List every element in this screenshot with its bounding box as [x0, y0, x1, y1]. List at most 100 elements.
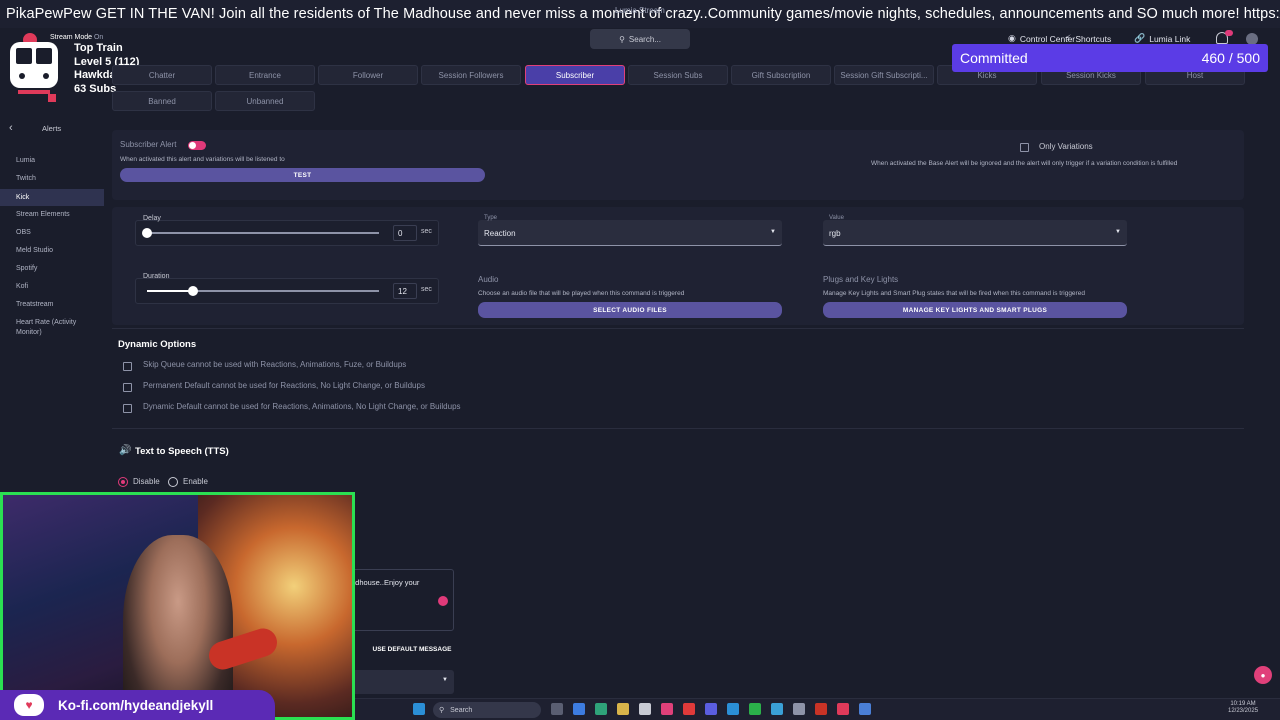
shortcuts-label: Shortcuts — [1075, 33, 1112, 44]
tab-label: Chatter — [148, 70, 176, 80]
sidebar-item-spotify[interactable]: Spotify — [0, 264, 104, 274]
sidebar-item-kofi[interactable]: Kofi — [0, 282, 104, 292]
use-default-message-button[interactable]: USE DEFAULT MESSAGE — [370, 642, 454, 656]
duration-input[interactable]: 12 — [393, 283, 417, 299]
duration-slider-thumb[interactable] — [188, 286, 198, 296]
taskbar-app-icon[interactable] — [837, 703, 849, 715]
audio-label: Audio — [478, 275, 499, 284]
taskbar-app-icon[interactable] — [727, 703, 739, 715]
sidebar-item-lumia[interactable]: Lumia — [0, 156, 104, 166]
stream-mode-state: On — [93, 34, 104, 41]
tab-label: Gift Subscription — [751, 70, 811, 80]
sidebar-item-kick[interactable]: Kick — [0, 189, 104, 206]
permanent-default-checkbox[interactable] — [123, 383, 132, 392]
only-variations-description: When activated the Base Alert will be ig… — [871, 160, 1178, 167]
sidebar-item-stream-elements[interactable]: Stream Elements — [0, 210, 104, 220]
tab-session-subs[interactable]: Session Subs — [628, 65, 728, 85]
search-icon: ⚲ — [619, 34, 625, 44]
tab-entrance[interactable]: Entrance — [215, 65, 315, 85]
duration-label: Duration — [143, 273, 170, 280]
manage-key-lights-button[interactable]: MANAGE KEY LIGHTS AND SMART PLUGS — [823, 302, 1127, 318]
tab-label: Subscriber — [555, 70, 595, 80]
task-view-icon[interactable] — [551, 703, 563, 715]
tab-session-gift-subscriptions[interactable]: Session Gift Subscripti... — [834, 65, 934, 85]
alert-message-field[interactable]: adhouse..Enjoy your — [346, 569, 454, 631]
tab-label: Banned — [148, 96, 176, 106]
tab-session-followers[interactable]: Session Followers — [421, 65, 521, 85]
tab-chatter[interactable]: Chatter — [112, 65, 212, 85]
skip-queue-checkbox[interactable] — [123, 362, 132, 371]
taskbar-app-icon[interactable] — [815, 703, 827, 715]
lumia-link-label: Lumia Link — [1149, 33, 1191, 44]
goal-value: 460 / 500 — [1201, 50, 1260, 66]
chat-bubble-icon[interactable]: ● — [1254, 666, 1272, 684]
divider — [112, 428, 1244, 429]
voice-select[interactable]: ▼ — [346, 670, 454, 694]
sub-goal-progress: Committed 460 / 500 — [952, 44, 1268, 72]
taskbar-app-icon[interactable] — [595, 703, 607, 715]
start-icon[interactable] — [413, 703, 425, 715]
lightning-icon: ⚡ — [1065, 33, 1072, 43]
taskbar-app-icon[interactable] — [793, 703, 805, 715]
only-variations-checkbox[interactable] — [1020, 143, 1029, 152]
type-caption: Type — [484, 215, 498, 221]
train-logo — [10, 33, 58, 102]
delay-input[interactable]: 0 — [393, 225, 417, 241]
search-placeholder: Search... — [628, 34, 661, 44]
alert-title: Subscriber Alert — [120, 140, 177, 149]
sidebar-item-treatstream[interactable]: Treatstream — [0, 300, 104, 310]
tts-disable-label: Disable — [133, 477, 160, 486]
sidebar-item-label-line2: Monitor) — [16, 328, 42, 336]
sidebar-item-heart-rate[interactable]: Heart Rate (Activity Monitor) — [0, 318, 104, 337]
dynamic-default-checkbox[interactable] — [123, 404, 132, 413]
tab-banned[interactable]: Banned — [112, 91, 212, 111]
tab-label: Session Followers — [438, 70, 504, 80]
taskbar-clock[interactable]: 10:19 AM 12/23/2025 — [1228, 701, 1258, 715]
delay-slider-track[interactable] — [147, 232, 379, 234]
tts-enable-radio[interactable] — [168, 477, 178, 487]
tts-title: Text to Speech (TTS) — [135, 446, 229, 457]
lumia-link-button[interactable]: 🔗 Lumia Link — [1134, 33, 1190, 44]
notification-badge — [1225, 30, 1233, 36]
taskbar-app-icon[interactable] — [749, 703, 761, 715]
value-select[interactable]: Value rgb ▼ — [823, 215, 1127, 246]
tab-label: Follower — [352, 70, 384, 80]
alert-message-text: adhouse..Enjoy your — [351, 578, 420, 587]
plugs-label: Plugs and Key Lights — [823, 275, 899, 284]
sidebar-header: Alerts — [42, 123, 62, 133]
tab-unbanned[interactable]: Unbanned — [215, 91, 315, 111]
taskbar-app-icon[interactable] — [573, 703, 585, 715]
sidebar-item-meld-studio[interactable]: Meld Studio — [0, 246, 104, 256]
taskbar-app-icon[interactable] — [771, 703, 783, 715]
type-select[interactable]: Type Reaction ▼ — [478, 215, 782, 246]
tts-disable-radio[interactable] — [118, 477, 128, 487]
folder-icon[interactable] — [617, 703, 629, 715]
search-icon: ⚲ — [439, 707, 445, 714]
tts-enable-label: Enable — [183, 477, 208, 486]
search-input[interactable]: ⚲ Search... — [590, 29, 690, 49]
tab-gift-subscription[interactable]: Gift Subscription — [731, 65, 831, 85]
back-to-alerts[interactable]: ‹ Alerts — [0, 118, 104, 138]
shortcuts-button[interactable]: ⚡ Shortcuts — [1065, 33, 1111, 44]
tab-follower[interactable]: Follower — [318, 65, 418, 85]
variable-icon[interactable] — [438, 596, 448, 606]
skip-queue-label: Skip Queue cannot be used with Reactions… — [143, 360, 407, 369]
control-center-icon: ◉ — [1008, 33, 1016, 43]
select-audio-files-button[interactable]: SELECT AUDIO FILES — [478, 302, 782, 318]
taskbar-app-icon[interactable] — [859, 703, 871, 715]
test-button[interactable]: TEST — [120, 168, 485, 182]
kofi-cup-icon: ♥ — [14, 694, 44, 716]
type-value: Reaction — [484, 229, 516, 238]
subscriber-alert-toggle[interactable] — [188, 141, 206, 150]
sidebar-item-twitch[interactable]: Twitch — [0, 174, 104, 184]
taskbar-app-icon[interactable] — [683, 703, 695, 715]
sidebar-item-obs[interactable]: OBS — [0, 228, 104, 238]
taskbar-app-icon[interactable] — [661, 703, 673, 715]
delay-slider-thumb[interactable] — [142, 228, 152, 238]
taskbar-search[interactable]: ⚲ Search — [433, 702, 541, 718]
taskbar-app-icon[interactable] — [705, 703, 717, 715]
taskbar-app-icon[interactable] — [639, 703, 651, 715]
delay-unit: sec — [421, 228, 432, 235]
tab-subscriber[interactable]: Subscriber — [525, 65, 625, 85]
divider — [112, 328, 1244, 329]
